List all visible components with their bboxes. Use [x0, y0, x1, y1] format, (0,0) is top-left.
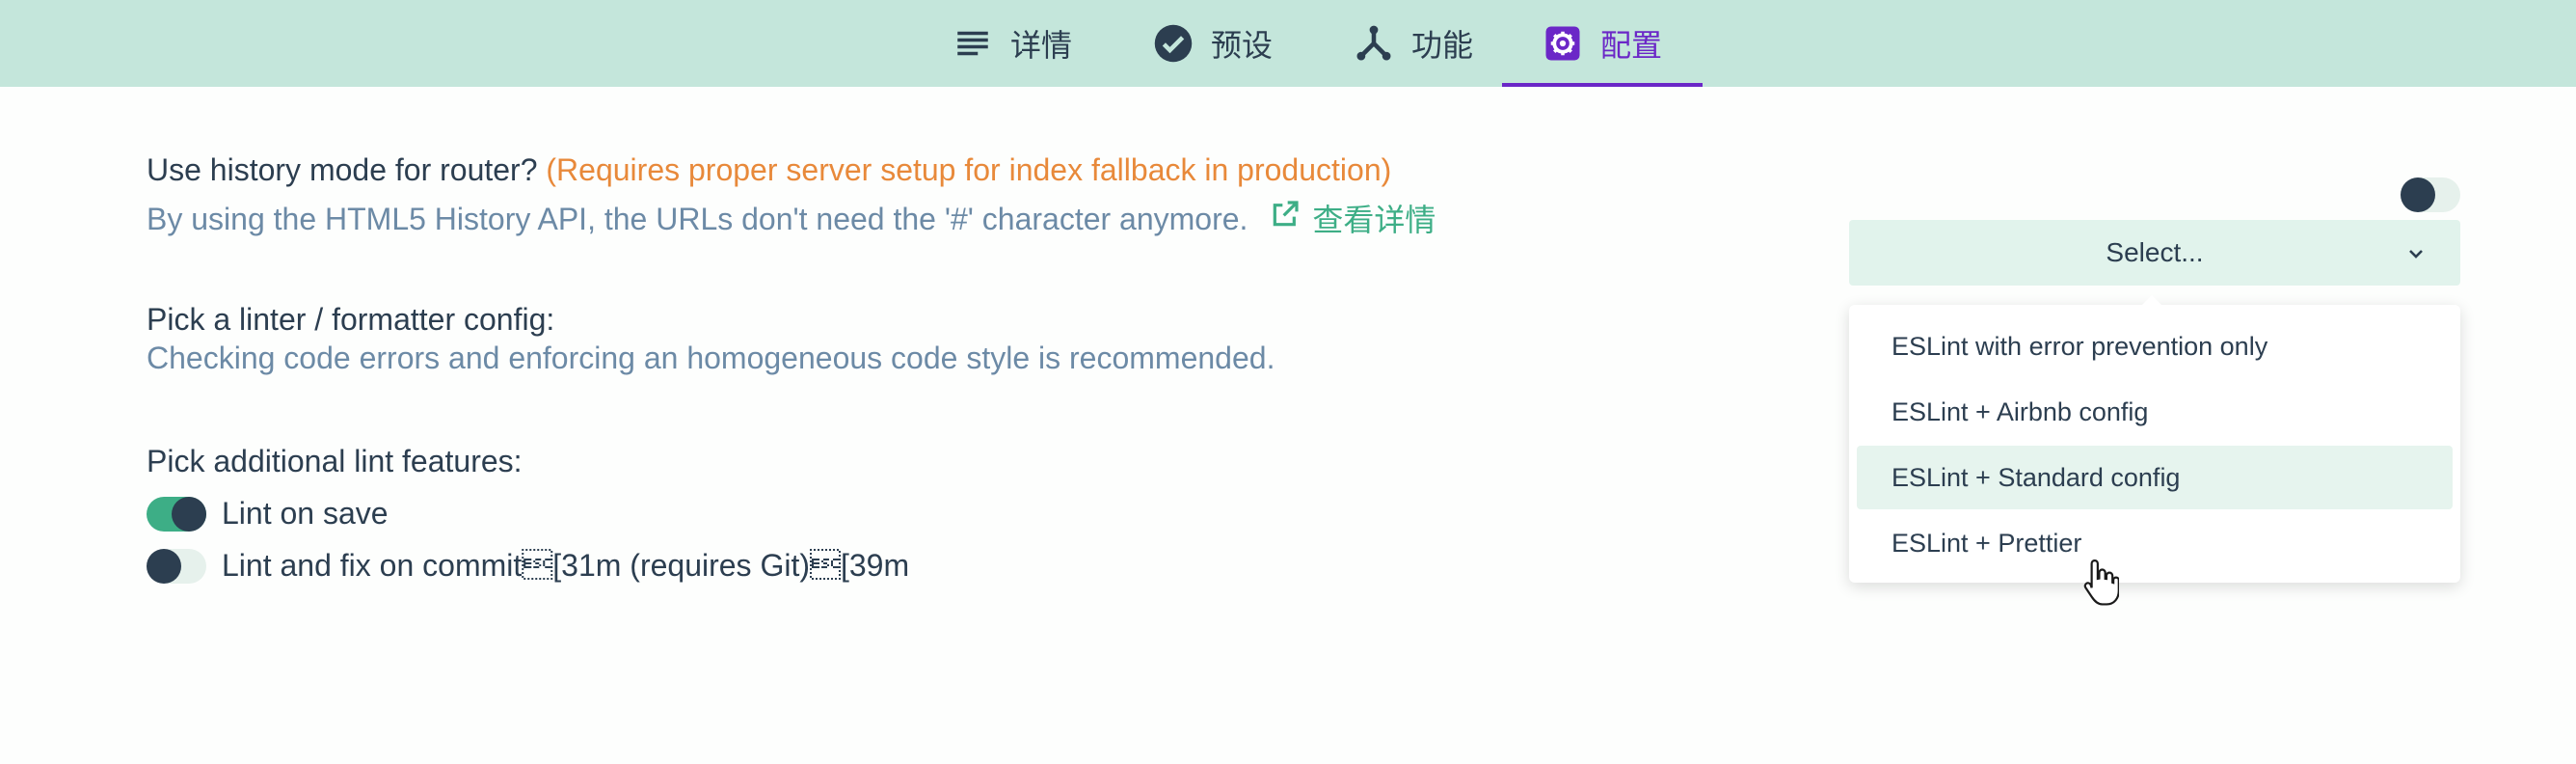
- router-feature-title: Use history mode for router? (Requires p…: [147, 152, 1391, 188]
- chevron-down-icon: [2404, 241, 2428, 264]
- check-circle-icon: [1153, 23, 1194, 64]
- linter-select-value: Select...: [2106, 237, 2204, 267]
- gear-icon: [1543, 23, 1583, 64]
- lint-features-title: Pick additional lint features:: [147, 444, 523, 478]
- router-feature-description: By using the HTML5 History API, the URLs…: [147, 196, 1436, 240]
- tab-details-label: 详情: [1009, 28, 1072, 63]
- external-link-icon: [1270, 199, 1301, 237]
- toggle-knob: [2401, 177, 2435, 212]
- linter-select[interactable]: Select...: [1849, 220, 2460, 286]
- lint-on-commit-row[interactable]: Lint and fix on commit[31m (requires Gi…: [147, 548, 909, 584]
- tab-details[interactable]: 详情: [926, 0, 1099, 87]
- router-title: Use history mode for router?: [147, 152, 538, 187]
- tab-presets[interactable]: 预设: [1126, 0, 1300, 87]
- tab-presets-label: 预设: [1210, 28, 1273, 63]
- router-history-toggle[interactable]: [2401, 177, 2460, 212]
- toggle-knob: [172, 496, 206, 532]
- tab-features[interactable]: 功能: [1327, 0, 1500, 87]
- router-warning: (Requires proper server setup for index …: [546, 152, 1392, 187]
- tab-bar: 详情 预设 功能 配置: [0, 0, 2576, 87]
- linter-dropdown-menu: ESLint with error prevention only ESLint…: [1849, 295, 2460, 583]
- router-description: By using the HTML5 History API, the URLs…: [147, 202, 1248, 236]
- tab-configuration[interactable]: 配置: [1502, 0, 1703, 87]
- more-info-link[interactable]: 查看详情: [1270, 196, 1436, 240]
- more-info-label: 查看详情: [1312, 203, 1436, 237]
- lint-on-save-row[interactable]: Lint on save: [147, 496, 389, 532]
- lint-on-commit-label: Lint and fix on commit[31m (requires Gi…: [222, 548, 910, 583]
- tab-features-label: 功能: [1410, 28, 1473, 63]
- dropdown-option[interactable]: ESLint + Airbnb config: [1857, 380, 2453, 444]
- tab-configuration-label: 配置: [1599, 28, 1662, 63]
- dropdown-option[interactable]: ESLint + Standard config: [1857, 446, 2453, 509]
- dropdown-option[interactable]: ESLint with error prevention only: [1857, 314, 2453, 378]
- list-icon: [953, 23, 993, 64]
- lint-on-save-toggle[interactable]: [147, 496, 206, 532]
- linter-title: Pick a linter / formatter config:: [147, 302, 555, 337]
- lint-on-save-label: Lint on save: [222, 496, 389, 531]
- toggle-knob: [147, 548, 181, 584]
- dropdown-option[interactable]: ESLint + Prettier: [1857, 511, 2453, 575]
- lint-on-commit-toggle[interactable]: [147, 548, 206, 584]
- fork-icon: [1354, 23, 1394, 64]
- linter-description: Checking code errors and enforcing an ho…: [147, 341, 1275, 375]
- hand-pointer-cursor-icon: [2082, 558, 2120, 606]
